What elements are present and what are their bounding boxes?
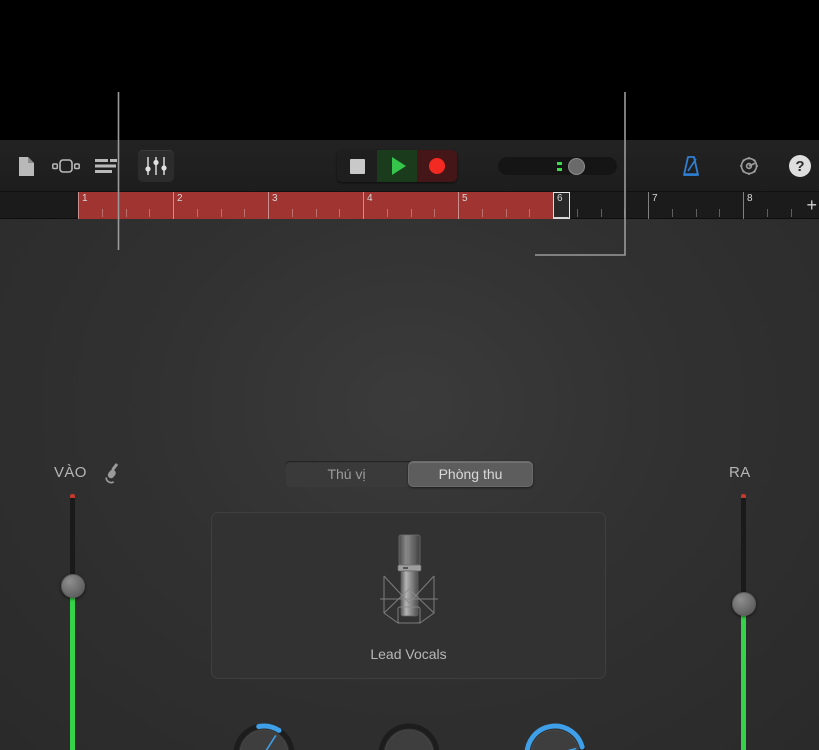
metronome-icon[interactable] bbox=[673, 150, 709, 182]
input-heading: VÀO bbox=[54, 464, 87, 481]
ruler-sub-tick bbox=[481, 209, 483, 217]
ruler-bar-number: 7 bbox=[652, 193, 658, 204]
knob-dial[interactable] bbox=[524, 723, 586, 750]
ruler-sub-tick bbox=[339, 209, 341, 217]
knob-compressor[interactable]: Compressor bbox=[524, 723, 586, 750]
patch-panel[interactable]: Lead Vocals bbox=[211, 512, 606, 679]
ruler-sub-tick bbox=[624, 209, 626, 217]
ruler-sub-tick bbox=[600, 209, 602, 217]
stop-icon bbox=[349, 158, 365, 174]
ruler-sub-tick bbox=[671, 209, 673, 217]
ruler-scale[interactable]: 12345678 bbox=[78, 192, 803, 219]
ruler-sub-tick bbox=[529, 209, 531, 217]
playhead[interactable] bbox=[553, 192, 570, 219]
ruler-sub-tick bbox=[790, 209, 792, 217]
knob-pitch-control[interactable]: Pitch Control bbox=[378, 723, 440, 750]
input-meter[interactable] bbox=[70, 494, 75, 750]
output-meter-fill bbox=[741, 604, 746, 750]
ruler-sub-tick bbox=[291, 209, 293, 217]
input-clip-indicator bbox=[70, 494, 75, 498]
ruler-bar-number: 1 bbox=[82, 193, 88, 204]
ruler-bar-tick bbox=[173, 192, 174, 219]
ruler-sub-tick bbox=[695, 209, 697, 217]
record-button[interactable] bbox=[417, 150, 457, 182]
knob-dial[interactable] bbox=[233, 723, 295, 750]
ruler-bar-number: 2 bbox=[177, 193, 183, 204]
ruler-sub-tick bbox=[410, 209, 412, 217]
master-volume-slider[interactable] bbox=[498, 157, 617, 175]
play-button[interactable] bbox=[377, 150, 417, 182]
ruler-bar-tick bbox=[648, 192, 649, 219]
timeline-ruler[interactable]: 12345678 + bbox=[0, 192, 819, 219]
add-track-button[interactable]: + bbox=[806, 196, 817, 214]
ruler-sub-tick bbox=[315, 209, 317, 217]
loop-region-icon[interactable] bbox=[48, 150, 84, 182]
output-level-slider[interactable] bbox=[731, 592, 756, 617]
ruler-bar-tick bbox=[743, 192, 744, 219]
input-meter-fill bbox=[70, 586, 75, 750]
knob-dial[interactable] bbox=[378, 723, 440, 750]
output-heading: RA bbox=[729, 464, 751, 481]
ruler-bar-number: 8 bbox=[747, 193, 753, 204]
master-volume-knob[interactable] bbox=[568, 158, 585, 175]
record-icon bbox=[429, 158, 445, 174]
library-icon[interactable] bbox=[8, 150, 44, 182]
tab-phong-thu[interactable]: Phòng thu bbox=[408, 461, 533, 487]
toolbar-left-group bbox=[8, 140, 174, 192]
knob-âm[interactable]: Âm bbox=[233, 723, 295, 750]
play-icon bbox=[391, 157, 406, 175]
patch-category-tabs: Thú vị Phòng thu bbox=[285, 461, 533, 487]
ruler-sub-tick bbox=[766, 209, 768, 217]
ruler-sub-tick bbox=[125, 209, 127, 217]
main-panel: VÀO Mic Kênh RA Tắt Giám sát Thú vị Phòn… bbox=[0, 219, 819, 750]
input-level-slider[interactable] bbox=[60, 574, 85, 599]
output-clip-indicator bbox=[741, 494, 746, 498]
ruler-sub-tick bbox=[244, 209, 246, 217]
ruler-bar-tick bbox=[458, 192, 459, 219]
patch-name: Lead Vocals bbox=[370, 646, 447, 662]
ruler-bar-number: 3 bbox=[272, 193, 278, 204]
list-editor-icon[interactable] bbox=[88, 150, 124, 182]
app-window: ? 12345678 + VÀO Mic Kênh RA bbox=[0, 0, 819, 750]
level-led-indicator bbox=[557, 162, 562, 171]
gear-icon[interactable] bbox=[731, 150, 767, 182]
microphone-icon bbox=[105, 463, 118, 484]
ruler-sub-tick bbox=[149, 209, 151, 217]
ruler-sub-tick bbox=[220, 209, 222, 217]
ruler-sub-tick bbox=[434, 209, 436, 217]
ruler-bar-tick bbox=[268, 192, 269, 219]
ruler-bar-tick bbox=[363, 192, 364, 219]
ruler-sub-tick bbox=[719, 209, 721, 217]
stop-button[interactable] bbox=[337, 150, 377, 182]
help-icon[interactable]: ? bbox=[789, 155, 811, 177]
output-meter[interactable] bbox=[741, 494, 746, 750]
ruler-bar-number: 4 bbox=[367, 193, 373, 204]
toolbar-right-group: ? bbox=[673, 140, 811, 192]
condenser-microphone-icon bbox=[379, 534, 438, 624]
ruler-sub-tick bbox=[505, 209, 507, 217]
ruler-sub-tick bbox=[196, 209, 198, 217]
ruler-bar-tick bbox=[78, 192, 79, 219]
toolbar: ? bbox=[0, 140, 819, 192]
ruler-sub-tick bbox=[576, 209, 578, 217]
mixer-sliders-icon[interactable] bbox=[138, 150, 174, 182]
tab-thu-vi[interactable]: Thú vị bbox=[285, 461, 408, 487]
ruler-sub-tick bbox=[386, 209, 388, 217]
ruler-bar-number: 5 bbox=[462, 193, 468, 204]
transport-controls bbox=[337, 150, 457, 182]
ruler-sub-tick bbox=[101, 209, 103, 217]
